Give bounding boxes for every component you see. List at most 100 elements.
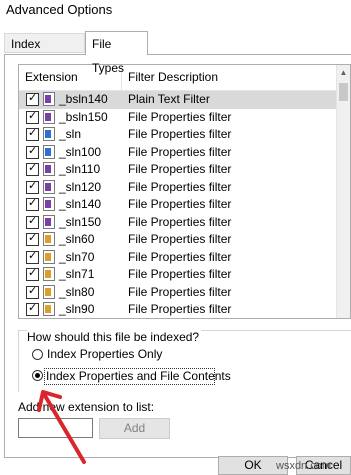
vs-file-icon [43, 232, 55, 246]
row-checkbox[interactable]: ✓ [26, 127, 39, 141]
row-filter-description: File Properties filter [128, 109, 232, 124]
row-filter-description: File Properties filter [128, 284, 232, 299]
row-extension: _sln110 [59, 162, 101, 176]
file-types-list[interactable]: Extension Filter Description ✓ _bsln140 Pl… [18, 64, 351, 319]
radio-index-properties-only[interactable] [32, 349, 43, 360]
list-row[interactable]: ✓ _sln100 File Properties filter [19, 144, 339, 162]
row-extension: _sln71 [59, 267, 95, 281]
add-button[interactable]: Add [99, 418, 170, 439]
title-bar: Advanced Options [0, 0, 351, 24]
file-icon-emblem [45, 130, 51, 138]
row-checkbox[interactable]: ✓ [26, 162, 39, 176]
list-row[interactable]: ✓_vbxsln100File Properties filter [19, 319, 339, 320]
checkmark-icon: ✓ [28, 249, 38, 262]
file-icon-emblem [45, 305, 51, 313]
row-filter-description: File Properties filter [128, 144, 232, 159]
row-extension: _sln140 [59, 197, 102, 211]
row-checkbox[interactable]: ✓ [26, 109, 39, 124]
list-row[interactable]: ✓ _bsln140 Plain Text Filter [19, 91, 339, 109]
index-method-group-label: How should this file be indexed? [27, 330, 202, 344]
list-row[interactable]: ✓ _sln71 File Properties filter [19, 266, 339, 284]
list-row[interactable]: ✓ _sln110 File Properties filter [19, 161, 339, 179]
checkmark-icon: ✓ [28, 109, 38, 122]
tab-file-types[interactable]: File Types [85, 31, 148, 75]
list-rows: ✓ _bsln140 Plain Text Filter ✓ _bsln150 File … [19, 91, 339, 320]
file-icon-emblem [45, 112, 51, 121]
file-icon-emblem [45, 95, 51, 103]
checkmark-icon: ✓ [28, 267, 38, 279]
row-extension: _sln [59, 127, 82, 141]
row-filter-description: File Properties filter [128, 214, 232, 229]
row-checkbox[interactable]: ✓ [26, 232, 39, 246]
checkmark-icon: ✓ [28, 179, 38, 192]
column-header-filter-description[interactable]: Filter Description [122, 65, 339, 90]
list-row[interactable]: ✓ _sln90 File Properties filter [19, 301, 339, 318]
row-checkbox[interactable]: ✓ [26, 214, 39, 229]
row-filter-description: Plain Text Filter [128, 92, 210, 106]
file-icon-emblem [45, 147, 51, 156]
row-extension: _sln120 [59, 179, 102, 194]
row-extension: _sln90 [59, 302, 95, 316]
row-filter-description: File Properties filter [128, 267, 232, 281]
row-checkbox[interactable]: ✓ [26, 144, 39, 159]
vs-file-icon [43, 127, 55, 141]
checkmark-icon: ✓ [28, 214, 38, 227]
tab-index-settings[interactable]: Index Settings [4, 33, 85, 71]
row-filter-description: File Properties filter [128, 179, 232, 194]
row-extension: _bsln150 [59, 109, 108, 124]
row-filter-description: File Properties filter [128, 232, 232, 246]
row-filter-description: File Properties filter [128, 197, 232, 211]
vs-file-icon [43, 144, 55, 159]
list-row[interactable]: ✓ _sln150 File Properties filter [19, 214, 339, 232]
list-row[interactable]: ✓ _bsln150 File Properties filter [19, 109, 339, 127]
vs-file-icon [43, 92, 55, 106]
row-checkbox[interactable]: ✓ [26, 197, 39, 211]
tab-strip: Index Settings File Types [0, 31, 351, 75]
checkmark-icon: ✓ [28, 232, 38, 244]
new-extension-input[interactable] [18, 418, 93, 438]
scroll-thumb[interactable] [339, 83, 348, 101]
file-icon-emblem [45, 200, 51, 208]
row-filter-description: File Properties filter [128, 302, 232, 316]
vs-file-icon [43, 162, 55, 176]
radio-selected-dot [35, 373, 40, 378]
checkmark-icon: ✓ [28, 197, 38, 209]
list-row[interactable]: ✓ _sln120 File Properties filter [19, 179, 339, 197]
row-checkbox[interactable]: ✓ [26, 249, 39, 264]
list-row[interactable]: ✓ _sln60 File Properties filter [19, 231, 339, 249]
row-checkbox[interactable]: ✓ [26, 267, 39, 281]
file-icon-emblem [45, 287, 51, 296]
vs-file-icon [43, 284, 55, 299]
row-extension: _sln100 [59, 144, 102, 159]
list-row[interactable]: ✓ _sln140 File Properties filter [19, 196, 339, 214]
radio-label-index-properties-and-contents[interactable]: Index Properties and File Contents [46, 369, 231, 383]
row-checkbox[interactable]: ✓ [26, 302, 39, 316]
scroll-up-icon[interactable]: ▲ [337, 65, 350, 81]
row-checkbox[interactable]: ✓ [26, 179, 39, 194]
row-checkbox[interactable]: ✓ [26, 92, 39, 106]
file-icon-emblem [45, 165, 51, 173]
vertical-scrollbar[interactable]: ▲ [336, 65, 350, 318]
row-filter-description: File Properties filter [128, 127, 232, 141]
file-icon-emblem [45, 270, 51, 278]
row-filter-description: File Properties filter [128, 162, 232, 176]
row-filter-description: File Properties filter [128, 249, 232, 264]
checkmark-icon: ✓ [28, 127, 38, 139]
list-row[interactable]: ✓ _sln70 File Properties filter [19, 249, 339, 267]
list-header: Extension Filter Description [19, 65, 339, 91]
list-row[interactable]: ✓ _sln80 File Properties filter [19, 284, 339, 302]
add-extension-label: Add new extension to list: [18, 400, 155, 414]
checkmark-icon: ✓ [28, 144, 38, 157]
radio-label-index-properties-only[interactable]: Index Properties Only [47, 347, 162, 361]
list-row[interactable]: ✓ _sln File Properties filter [19, 126, 339, 144]
checkmark-icon: ✓ [28, 162, 38, 174]
checkmark-icon: ✓ [28, 284, 38, 297]
file-icon-emblem [45, 235, 51, 243]
vs-file-icon [43, 302, 55, 316]
vs-file-icon [43, 179, 55, 194]
radio-index-properties-and-contents[interactable] [32, 370, 43, 381]
row-checkbox[interactable]: ✓ [26, 284, 39, 299]
row-extension: _sln60 [59, 232, 95, 246]
row-extension: _sln80 [59, 284, 95, 299]
file-icon-emblem [45, 217, 51, 226]
